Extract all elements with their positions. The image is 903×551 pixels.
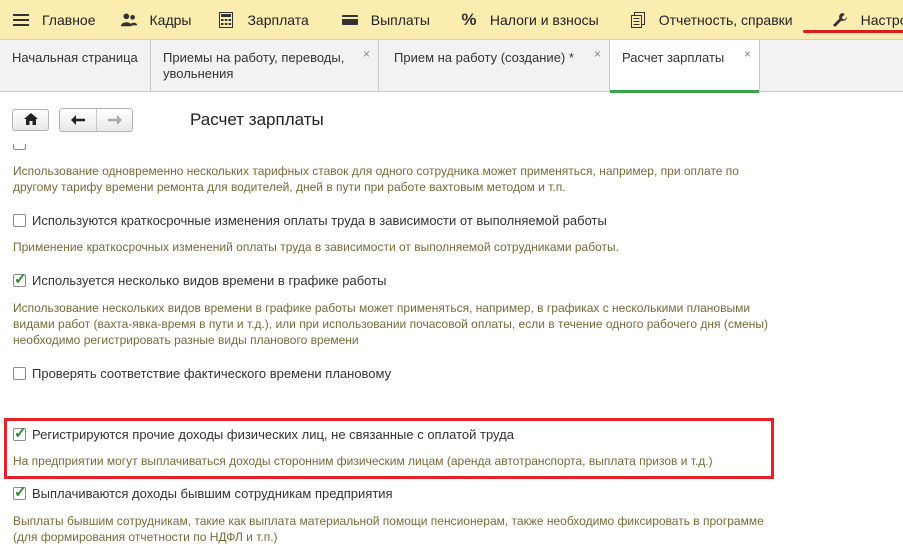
- tab-label: Прием на работу (создание) *: [394, 50, 574, 65]
- checkbox-checked[interactable]: [13, 424, 27, 442]
- menu-item-label: Кадры: [149, 11, 192, 28]
- option-label: Выплачиваются доходы бывшим сотрудникам …: [32, 486, 393, 501]
- menu-item-settings[interactable]: Настройка: [802, 0, 903, 40]
- option-description: Использование одновременно нескольких та…: [13, 164, 739, 194]
- option-other-personal-income[interactable]: Регистрируются прочие доходы физических …: [13, 424, 514, 442]
- navigation-buttons: [59, 108, 133, 132]
- people-icon: [120, 12, 138, 28]
- tab-payroll-calculation[interactable]: Расчет зарплаты ×: [610, 40, 760, 93]
- calculator-icon: [217, 11, 235, 28]
- menu-item-label: Главное: [42, 11, 96, 28]
- wrench-icon: [831, 12, 849, 28]
- settings-content[interactable]: Использование одновременно нескольких та…: [0, 140, 903, 551]
- tab-label: Расчет зарплаты: [622, 50, 725, 65]
- menu-item-label: Выплаты: [370, 11, 430, 28]
- menu-item-payments[interactable]: Выплаты: [319, 0, 440, 40]
- home-button[interactable]: [12, 109, 49, 131]
- option-description: На предприятии могут выплачиваться доход…: [13, 454, 713, 468]
- menu-item-label: Налоги и взносы: [489, 11, 599, 28]
- tab-label: Приемы на работу, переводы, увольнения: [163, 50, 345, 81]
- checkbox[interactable]: [13, 144, 26, 150]
- option-description: Использование нескольких видов времени в…: [13, 301, 769, 347]
- wallet-icon: [341, 12, 359, 28]
- tab-hiring-create[interactable]: Прием на работу (создание) * ×: [379, 40, 610, 92]
- option-label: Используется несколько видов времени в г…: [32, 273, 387, 288]
- tab-hirings-transfers[interactable]: Приемы на работу, переводы, увольнения ×: [151, 40, 379, 92]
- menu-item-label: Настройка: [860, 11, 903, 28]
- option-label: Используются краткосрочные изменения опл…: [32, 213, 607, 228]
- page-title: Расчет зарплаты: [190, 110, 324, 129]
- option-check-actual-vs-planned[interactable]: Проверять соответствие фактического врем…: [13, 366, 391, 381]
- menu-item-label: Зарплата: [247, 11, 309, 28]
- arrow-left-icon: [71, 113, 85, 128]
- option-label: Проверять соответствие фактического врем…: [32, 366, 392, 381]
- menu-item-main[interactable]: Главное: [0, 0, 106, 40]
- menu-item-label: Отчетность, справки: [658, 11, 793, 28]
- back-button[interactable]: [60, 109, 96, 131]
- menu-item-taxes[interactable]: % Налоги и взносы: [440, 0, 609, 40]
- arrow-right-icon: [107, 113, 122, 128]
- option-short-term-pay-changes[interactable]: Используются краткосрочные изменения опл…: [13, 213, 607, 228]
- documents-icon: [629, 11, 647, 28]
- forward-button[interactable]: [96, 109, 132, 131]
- main-menu-bar: Главное Кадры Зарплата Выплаты % Налоги …: [0, 0, 903, 40]
- close-icon[interactable]: ×: [744, 46, 751, 62]
- option-former-employee-income[interactable]: Выплачиваются доходы бывшим сотрудникам …: [13, 483, 393, 501]
- menu-item-hr[interactable]: Кадры: [106, 0, 202, 40]
- percent-icon: %: [461, 9, 477, 29]
- menu-item-salary[interactable]: Зарплата: [201, 0, 318, 40]
- close-icon[interactable]: ×: [363, 46, 370, 62]
- checkbox[interactable]: [13, 214, 26, 227]
- option-description: Применение краткосрочных изменений оплат…: [13, 240, 619, 254]
- menu-item-reports[interactable]: Отчетность, справки: [609, 0, 803, 40]
- tab-label: Начальная страница: [12, 50, 138, 65]
- checkbox-checked[interactable]: [13, 270, 27, 288]
- option-multiple-time-types[interactable]: Используется несколько видов времени в г…: [13, 270, 387, 288]
- checkbox[interactable]: [13, 367, 26, 380]
- tab-bar: Начальная страница Приемы на работу, пер…: [0, 40, 903, 93]
- form-toolbar: [12, 108, 133, 132]
- tab-home-page[interactable]: Начальная страница: [0, 40, 151, 92]
- close-icon[interactable]: ×: [594, 46, 601, 62]
- hamburger-icon: [12, 12, 30, 28]
- checkbox-checked[interactable]: [13, 483, 27, 501]
- home-icon: [23, 112, 38, 128]
- option-description: Выплаты бывшим сотрудникам, такие как вы…: [13, 514, 764, 544]
- option-label: Регистрируются прочие доходы физических …: [32, 427, 514, 442]
